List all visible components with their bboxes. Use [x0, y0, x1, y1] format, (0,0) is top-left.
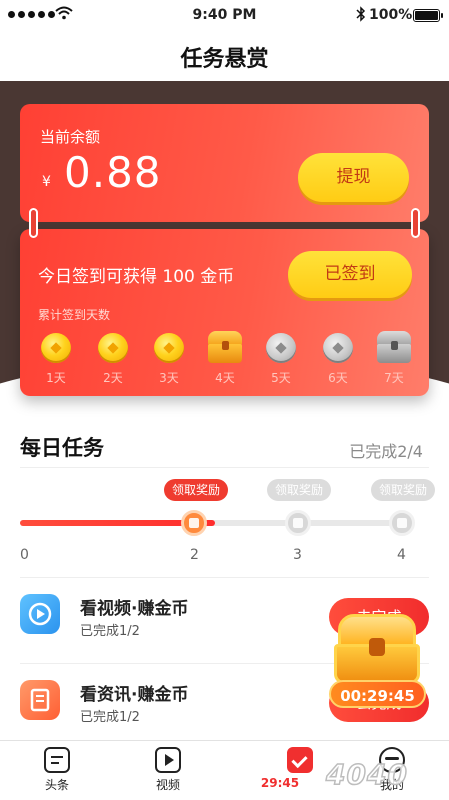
checkin-reward-text: 今日签到可获得 100 金币 [38, 267, 235, 287]
currency-symbol: ¥ [42, 174, 51, 190]
task-reward-page: 9:40 PM 100% 任务悬赏 当前余额 ¥ 0.88 提现 今日签到可获得… [0, 0, 449, 800]
day-label: 4天 [215, 371, 235, 385]
status-bar: 9:40 PM 100% [0, 0, 449, 30]
balance-amount: 0.88 [64, 148, 162, 197]
daily-tasks-progress: 已完成2/4 [349, 442, 423, 461]
tab-label: 29:45 [260, 776, 300, 790]
day-label: 2天 [103, 371, 123, 385]
gold-coin-icon [154, 333, 184, 363]
task-title: 看视频·赚金币 [80, 599, 189, 619]
task-progress-track [20, 520, 409, 526]
gold-coin-icon [41, 333, 71, 363]
silver-coin-icon [266, 333, 296, 363]
task-title: 看资讯·赚金币 [80, 685, 189, 705]
day-label: 3天 [159, 371, 179, 385]
daily-tasks-title: 每日任务 [20, 436, 104, 460]
tab-label: 视频 [155, 778, 180, 792]
streak-label: 累计签到天数 [38, 308, 111, 322]
navigation-bar: 任务悬赏 [0, 30, 449, 81]
day-label: 1天 [46, 371, 66, 385]
tab-video[interactable]: 视频 [138, 747, 198, 793]
checkin-day: 4天 [205, 329, 245, 386]
claim-reward-button-2[interactable]: 领取奖励 [164, 479, 229, 501]
divider [20, 467, 429, 468]
checkin-day: 7天 [374, 329, 414, 386]
claim-reward-button-4[interactable]: 领取奖励 [371, 479, 436, 501]
video-icon [20, 594, 60, 634]
treasure-countdown[interactable]: 00:29:45 [329, 680, 426, 708]
milestone-label: 4 [397, 547, 406, 563]
bluetooth-icon [356, 6, 366, 22]
withdraw-button[interactable]: 提现 [298, 153, 409, 202]
balance-card: 当前余额 ¥ 0.88 提现 [20, 104, 429, 222]
video-play-icon [155, 747, 181, 773]
checkin-day: 2天 [93, 329, 133, 386]
milestone-label: 3 [293, 547, 302, 563]
day-label: 7天 [384, 371, 404, 385]
tab-tasks[interactable]: 29:45 [250, 747, 313, 790]
silver-chest-icon [375, 331, 413, 363]
milestone-label: 2 [190, 547, 199, 563]
card-hinge-right [411, 208, 420, 238]
task-status: 已完成1/2 [80, 624, 140, 639]
divider [20, 577, 429, 578]
milestone-chest-icon [285, 510, 311, 536]
battery-percent: 100% [369, 7, 413, 23]
gold-chest-icon [206, 331, 244, 363]
balance-label: 当前余额 [40, 128, 101, 146]
gold-coin-icon [98, 333, 128, 363]
article-icon [20, 680, 60, 720]
milestone-chest-icon [389, 510, 415, 536]
tab-headlines[interactable]: 头条 [27, 747, 87, 793]
milestone-label: 0 [20, 547, 29, 563]
page-title: 任务悬赏 [180, 47, 269, 72]
watermark-logo: 4040 [325, 757, 408, 792]
day-label: 6天 [328, 371, 348, 385]
day-label: 5天 [271, 371, 291, 385]
silver-coin-icon [323, 333, 353, 363]
claim-reward-button-3[interactable]: 领取奖励 [267, 479, 332, 501]
checked-in-button[interactable]: 已签到 [288, 251, 412, 298]
task-check-icon [287, 747, 313, 773]
checkin-card: 今日签到可获得 100 金币 已签到 累计签到天数 1天 2天 3天 4天 5天… [20, 229, 429, 396]
checkin-day: 1天 [36, 329, 76, 386]
task-status: 已完成1/2 [80, 710, 140, 725]
checkin-day: 6天 [318, 329, 358, 386]
news-icon [44, 747, 70, 773]
milestone-chest-icon [181, 510, 207, 536]
card-hinge-left [29, 208, 38, 238]
battery-icon [413, 9, 443, 22]
checkin-day: 5天 [261, 329, 301, 386]
checkin-day: 3天 [149, 329, 189, 386]
tab-label: 头条 [44, 778, 69, 792]
checkin-days: 1天 2天 3天 4天 5天 6天 7天 [36, 329, 421, 389]
